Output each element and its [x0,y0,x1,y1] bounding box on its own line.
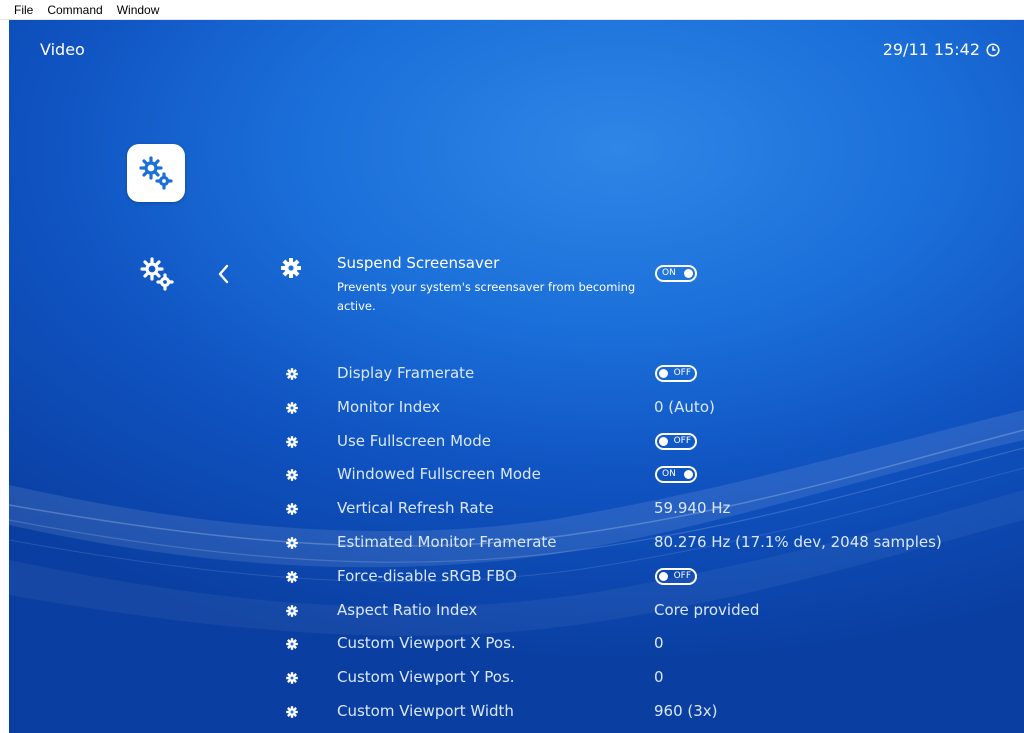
gear-icon [285,366,299,380]
menu-command[interactable]: Command [40,0,109,20]
setting-label: Custom Viewport Width [337,702,514,720]
setting-row[interactable]: Monitor Index 0 (Auto) [9,391,1024,425]
setting-label: Custom Viewport Y Pos. [337,668,515,687]
settings-tab-icon[interactable] [127,144,185,202]
toggle-knob [659,571,668,581]
setting-row[interactable]: Custom Viewport Width 960 (3x) [9,695,1024,729]
clock-icon [986,42,1000,57]
setting-row[interactable]: Force-disable sRGB FBO OFF [9,560,1024,594]
setting-value: Core provided [654,600,760,619]
setting-label: Display Framerate [337,364,475,382]
setting-row[interactable]: Custom Viewport X Pos. 0 [9,627,1024,661]
gear-icon [285,670,299,685]
setting-row[interactable]: Windowed Fullscreen Mode ON [9,458,1024,492]
setting-label: Aspect Ratio Index [337,600,478,619]
setting-label: Use Fullscreen Mode [337,431,491,450]
setting-value: 59.940 Hz [654,499,731,518]
setting-value: 80.276 Hz (17.1% dev, 2048 samples) [654,533,942,551]
toggle-knob [659,436,668,446]
setting-label: Windowed Fullscreen Mode [337,465,541,484]
gear-icon [285,400,299,414]
setting-row-suspend-screensaver[interactable]: Suspend Screensaver Prevents your system… [9,254,1024,313]
setting-value: 0 (Auto) [654,397,715,416]
toggle-switch[interactable]: OFF [655,567,697,585]
toggle-knob [684,470,693,480]
menu-file[interactable]: File [0,0,40,20]
toggle-switch[interactable]: ON [655,466,697,484]
gear-icon [285,704,299,718]
setting-row[interactable]: Estimated Monitor Framerate 80.276 Hz (17… [9,526,1024,560]
gear-icon [285,569,299,583]
toggle-switch[interactable]: OFF [655,432,697,450]
gear-icon [285,467,299,482]
setting-row[interactable]: Aspect Ratio Index Core provided [9,594,1024,628]
setting-value: 0 [654,668,664,687]
retroarch-screen: Video 29/11 15:42 Suspend Screensaver Pr… [9,20,1024,733]
clock-text: 29/11 15:42 [882,40,980,59]
setting-row[interactable]: Display Framerate OFF [9,357,1024,391]
setting-description: Prevents your system's screensaver from … [337,280,636,313]
toggle-knob [684,269,693,278]
setting-row[interactable]: Vertical Refresh Rate 59.940 Hz [9,492,1024,526]
setting-label: Force-disable sRGB FBO [337,566,517,585]
menu-bar: File Command Window [0,0,1024,20]
setting-label: Vertical Refresh Rate [337,499,494,518]
gears-icon [139,156,173,190]
setting-value: 960 (3x) [654,702,718,720]
toggle-knob [659,369,668,378]
toggle-switch[interactable]: ON [655,265,697,282]
gear-icon [285,636,299,651]
setting-row[interactable]: Custom Viewport Y Pos. 0 [9,661,1024,695]
page-title: Video [40,40,85,59]
setting-value: 0 [654,634,664,653]
clock: 29/11 15:42 [883,40,1000,59]
setting-row[interactable]: Use Fullscreen Mode OFF [9,425,1024,459]
toggle-switch[interactable]: OFF [655,365,697,382]
gear-icon [285,603,299,617]
gear-icon [285,434,299,448]
setting-label: Suspend Screensaver [337,254,500,272]
menu-window[interactable]: Window [110,0,167,20]
setting-label: Custom Viewport X Pos. [337,634,516,653]
gear-icon [285,501,299,516]
gear-icon [285,535,299,549]
gear-icon [281,258,301,278]
setting-label: Estimated Monitor Framerate [337,533,557,551]
setting-label: Monitor Index [337,397,441,416]
